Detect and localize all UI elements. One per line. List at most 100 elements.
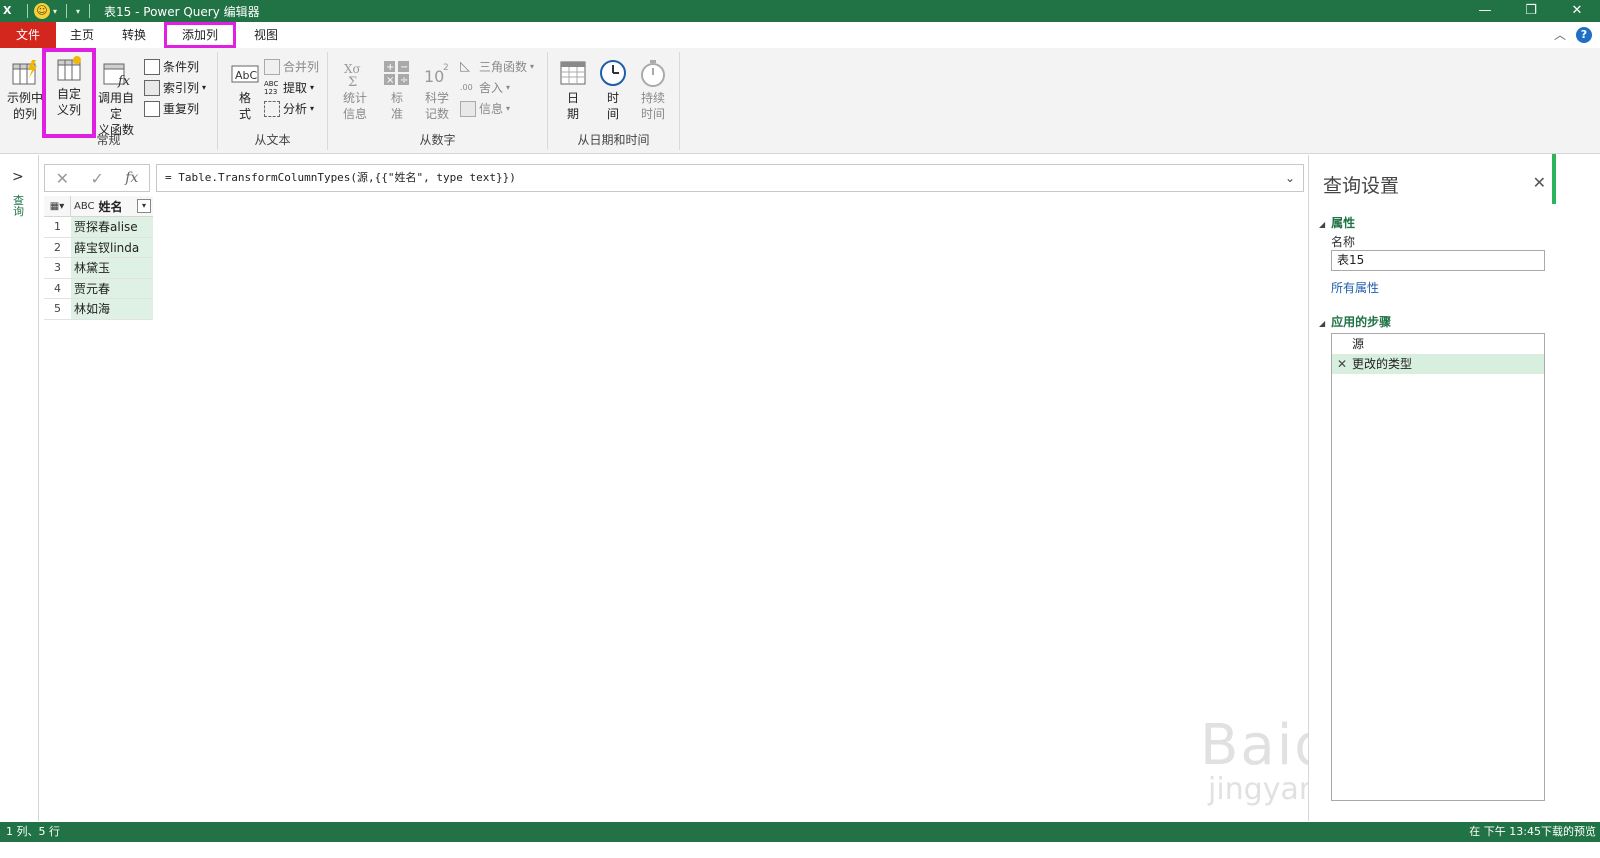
fx-icon[interactable]: fx	[125, 170, 138, 186]
confirm-icon[interactable]: ✓	[90, 169, 103, 188]
delete-step-icon[interactable]: ✕	[1337, 354, 1347, 374]
svg-text:÷: ÷	[400, 75, 408, 86]
tab-file[interactable]: 文件	[0, 22, 56, 48]
table-cell[interactable]: 林黛玉	[71, 258, 153, 278]
title-separator-3	[89, 4, 91, 18]
column-filter-icon[interactable]: ▾	[137, 199, 151, 213]
chevron-down-icon[interactable]: ▾	[53, 7, 57, 16]
duplicate-column-button[interactable]: 重复列	[144, 99, 199, 119]
properties-section[interactable]: ◢ 属性	[1319, 214, 1355, 231]
parse-button[interactable]: 分析 ▾	[264, 99, 314, 119]
information-button[interactable]: 信息 ▾	[460, 99, 510, 119]
info-grid-icon	[460, 101, 476, 117]
minimize-button[interactable]: —	[1462, 0, 1508, 22]
table-cell[interactable]: 林如海	[71, 299, 153, 319]
rounding-button[interactable]: .00 舍入 ▾	[460, 78, 510, 98]
help-icon[interactable]: ?	[1576, 26, 1592, 43]
queries-nav-pane: > 查询	[0, 155, 39, 821]
group-from-number: Xσ Σ 统计 信息 + − × ÷ 标 准 10 2 科学 记数 ◺ 三角函数 ▾	[328, 52, 548, 150]
text-type-icon[interactable]: ABC	[74, 201, 95, 212]
calendar-icon	[560, 61, 586, 85]
chevron-down-icon: ▾	[202, 83, 207, 92]
formula-text: = Table.TransformColumnTypes(源,{{"姓名", t…	[165, 171, 516, 184]
statistics-label: 统计 信息	[342, 91, 367, 121]
table-menu-icon[interactable]: ▦▾	[44, 196, 71, 217]
query-name-input[interactable]: 表15	[1331, 250, 1545, 271]
tab-home[interactable]: 主页	[56, 22, 108, 48]
table-cell[interactable]: 贾元春	[71, 278, 153, 298]
scientific-label: 科学 记数	[424, 91, 449, 121]
queries-vertical-label[interactable]: 查询	[13, 195, 27, 217]
scrollbar-thumb[interactable]	[1552, 154, 1556, 204]
collapse-ribbon-icon[interactable]: ︿	[1554, 26, 1566, 43]
svg-text:fx: fx	[117, 74, 131, 88]
title-bar: X ☺ ▾ ▾ 表15 - Power Query 编辑器 — ❐ ✕	[0, 0, 1600, 22]
duplicate-column-icon	[144, 101, 160, 117]
tab-add-column[interactable]: 添加列	[164, 22, 237, 48]
quick-access-dropdown-icon[interactable]: ▾	[76, 7, 80, 16]
column-from-examples-label: 示例中 的列	[6, 91, 43, 121]
expand-chevron-icon[interactable]: >	[12, 169, 24, 185]
ribbon: 示例中 的列 自定 义列 fx 调用自定 义函数 条件列 索引列 ▾ 重复列 常…	[0, 48, 1600, 154]
table-cell[interactable]: 薛宝钗linda	[71, 237, 153, 257]
all-properties-link[interactable]: 所有属性	[1331, 279, 1379, 296]
formula-bar[interactable]: = Table.TransformColumnTypes(源,{{"姓名", t…	[156, 164, 1304, 192]
tab-transform[interactable]: 转换	[108, 22, 160, 48]
index-column-label: 索引列	[163, 81, 200, 95]
grid-header: ▦▾ ABC 姓名 ▾	[44, 196, 153, 217]
table-cell[interactable]: 贾探春alise	[71, 217, 153, 237]
table-row: 3 林黛玉	[44, 258, 153, 279]
scientific-button[interactable]: 10 2 科学 记数	[414, 54, 460, 130]
query-settings-pane: 查询设置 ✕ ◢ 属性 名称 表15 所有属性 ◢ 应用的步骤 源 ✕ 更改的类型	[1308, 154, 1560, 821]
format-button[interactable]: AbC 格 式	[222, 54, 268, 130]
column-header-label: 姓名	[98, 200, 123, 214]
smiley-icon[interactable]: ☺	[34, 3, 50, 19]
group-from-datetime-label: 从日期和时间	[577, 133, 650, 147]
row-number: 2	[44, 237, 71, 257]
extract-button[interactable]: ABC 123 提取 ▾	[264, 78, 314, 98]
group-from-datetime: 日 期 时 间 持续 时间 从日期和时间	[548, 52, 680, 150]
parse-icon	[264, 101, 280, 117]
index-column-button[interactable]: 索引列 ▾	[144, 78, 206, 98]
invoke-custom-function-button[interactable]: fx 调用自定 义函数	[94, 54, 138, 137]
svg-text:+: +	[386, 62, 394, 73]
step-changed-type[interactable]: ✕ 更改的类型	[1332, 354, 1544, 374]
statistics-button[interactable]: Xσ Σ 统计 信息	[332, 54, 378, 130]
tabs-right-controls: ︿ ?	[1554, 26, 1592, 43]
stopwatch-icon	[641, 60, 665, 87]
column-header-name[interactable]: ABC 姓名 ▾	[71, 196, 153, 217]
expand-formula-icon[interactable]: ⌄	[1285, 165, 1295, 191]
custom-column-button[interactable]: 自定 义列	[42, 48, 96, 138]
close-icon[interactable]: ✕	[1533, 173, 1546, 192]
conditional-column-button[interactable]: 条件列	[144, 57, 199, 77]
clock-icon	[600, 60, 626, 86]
table-row: 2 薛宝钗linda	[44, 237, 153, 258]
svg-text:2: 2	[443, 63, 449, 73]
restore-button[interactable]: ❐	[1508, 0, 1554, 22]
close-window-button[interactable]: ✕	[1554, 0, 1600, 22]
svg-text:−: −	[400, 62, 408, 73]
function-icon: fx	[103, 63, 131, 88]
applied-steps-section[interactable]: ◢ 应用的步骤	[1319, 313, 1391, 330]
applied-steps-label: 应用的步骤	[1331, 315, 1392, 329]
merge-columns-icon	[264, 59, 280, 75]
trigonometry-button[interactable]: ◺ 三角函数 ▾	[460, 57, 534, 77]
ribbon-tabs: 文件 主页 转换 添加列 视图 ︿ ?	[0, 22, 1600, 48]
collapse-triangle-icon: ◢	[1319, 319, 1326, 328]
group-from-text-label: 从文本	[254, 133, 291, 147]
step-source[interactable]: 源	[1332, 334, 1544, 354]
tab-view[interactable]: 视图	[240, 22, 292, 48]
merge-columns-button[interactable]: 合并列	[264, 57, 319, 77]
cancel-icon[interactable]: ✕	[56, 169, 69, 188]
duration-button[interactable]: 持续 时间	[630, 54, 676, 130]
row-number: 3	[44, 258, 71, 278]
formula-buttons: ✕ ✓ fx	[44, 164, 150, 192]
group-general: 示例中 的列 自定 义列 fx 调用自定 义函数 条件列 索引列 ▾ 重复列 常…	[0, 48, 218, 150]
index-column-icon	[144, 80, 160, 96]
chevron-down-icon: ▾	[310, 83, 315, 92]
chevron-down-icon: ▾	[310, 104, 315, 113]
table-row: 5 林如海	[44, 299, 153, 320]
name-label: 名称	[1331, 235, 1356, 249]
column-from-examples-button[interactable]: 示例中 的列	[2, 54, 48, 130]
window-title: 表15 - Power Query 编辑器	[104, 4, 260, 19]
